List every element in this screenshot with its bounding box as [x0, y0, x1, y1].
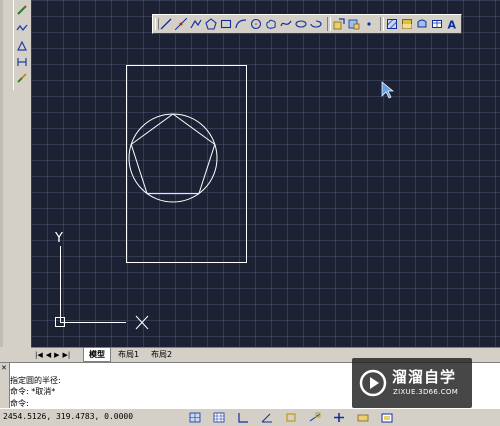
polygon-icon[interactable] — [204, 16, 217, 32]
circle-shape[interactable] — [128, 113, 218, 203]
object-snap-icon[interactable] — [284, 411, 298, 424]
object-tracking-icon[interactable] — [308, 411, 322, 424]
close-icon[interactable]: ✕ — [1, 364, 7, 372]
left-toolbar — [0, 0, 33, 347]
insert-block-icon[interactable] — [333, 16, 346, 32]
construction-line-icon[interactable] — [174, 16, 187, 32]
draw-toolbar: A — [152, 14, 462, 34]
chamfer-icon[interactable] — [14, 70, 30, 86]
command-history-line: 命令: *取消* — [10, 387, 56, 396]
pencil-icon[interactable] — [14, 2, 30, 18]
table-icon[interactable] — [431, 16, 444, 32]
command-history-line: 指定圆的半径: — [10, 376, 61, 385]
toolbar-separator — [379, 17, 384, 31]
drawing-canvas[interactable]: Y A — [31, 0, 500, 347]
ortho-mode-icon[interactable] — [236, 411, 250, 424]
point-icon[interactable] — [363, 16, 376, 32]
ellipse-icon[interactable] — [295, 16, 308, 32]
arc-icon[interactable] — [234, 16, 247, 32]
polar-tracking-icon[interactable] — [260, 411, 274, 424]
tab-model[interactable]: 模型 — [83, 348, 111, 362]
first-tab-icon[interactable]: |◀ — [35, 350, 43, 360]
next-tab-icon[interactable]: ▶ — [54, 350, 59, 360]
play-logo-icon — [359, 369, 387, 397]
polyline-icon[interactable] — [189, 16, 202, 32]
tab-navigation: |◀ ◀ ▶ ▶| — [35, 350, 70, 360]
watermark-url: ZIXUE.3D66.COM — [393, 388, 459, 396]
tab-layout1[interactable]: 布局1 — [113, 348, 144, 361]
dynamic-ucs-icon[interactable] — [332, 411, 346, 424]
revision-cloud-icon[interactable] — [264, 16, 277, 32]
toolbar-grip[interactable] — [155, 18, 159, 30]
multiline-text-icon[interactable]: A — [446, 16, 459, 32]
status-bar: 2454.5126, 319.4783, 0.0000 — [0, 408, 500, 426]
ellipse-arc-icon[interactable] — [310, 16, 323, 32]
watermark-brand: 溜溜自学 — [392, 368, 457, 386]
extend-icon[interactable] — [14, 54, 30, 70]
tab-layout2[interactable]: 布局2 — [146, 348, 177, 361]
ucs-icon — [55, 246, 149, 330]
line-icon[interactable] — [159, 16, 172, 32]
spline-icon[interactable] — [280, 16, 293, 32]
dynamic-input-icon[interactable] — [356, 411, 370, 424]
watermark-logo: 溜溜自学 ZIXUE.3D66.COM — [352, 358, 472, 408]
snap-mode-icon[interactable] — [188, 411, 202, 424]
rectangle-shape[interactable] — [126, 65, 247, 263]
toolbar-edge — [0, 0, 3, 347]
circle-icon[interactable] — [249, 16, 262, 32]
last-tab-icon[interactable]: ▶| — [63, 350, 71, 360]
drawing-layer — [55, 65, 394, 330]
rectangle-icon[interactable] — [219, 16, 232, 32]
command-line-grip[interactable]: ✕ — [0, 363, 10, 408]
lineweight-icon[interactable] — [380, 411, 394, 424]
region-icon[interactable] — [416, 16, 429, 32]
stretch-icon[interactable] — [14, 38, 30, 54]
prev-tab-icon[interactable]: ◀ — [46, 350, 51, 360]
hatch-icon[interactable] — [386, 16, 399, 32]
grid-mode-icon[interactable] — [212, 411, 226, 424]
gradient-icon[interactable] — [401, 16, 414, 32]
svg-text:A: A — [448, 19, 457, 31]
pentagon-shape[interactable] — [130, 113, 216, 195]
mouse-cursor-icon — [381, 81, 394, 99]
break-icon[interactable] — [14, 20, 30, 36]
toolbar-separator — [326, 17, 331, 31]
ucs-y-label: Y — [55, 231, 63, 246]
make-block-icon[interactable] — [348, 16, 361, 32]
autocad-window: Y A |◀ ◀ ▶ ▶| 模型 布局1 布局2 ✕ 指定圆的半径: 命令: *… — [0, 0, 500, 426]
coordinate-readout: 2454.5126, 319.4783, 0.0000 — [3, 412, 134, 421]
